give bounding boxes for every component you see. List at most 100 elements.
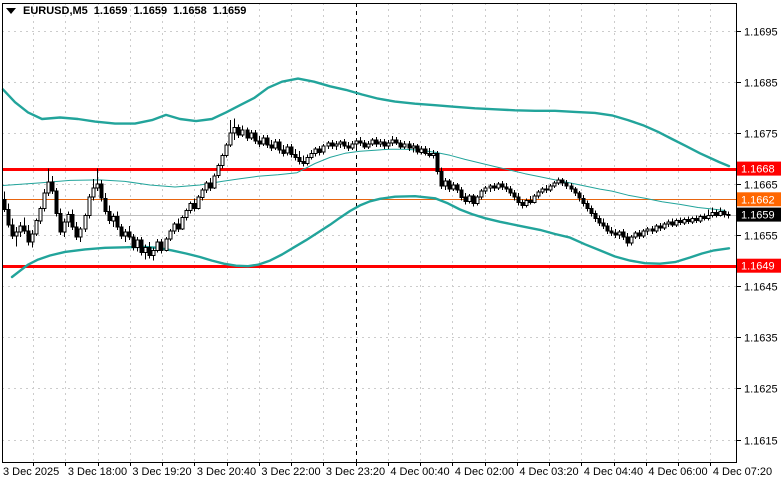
- y-axis-label: 1.1665: [744, 180, 778, 192]
- candle: [326, 141, 331, 150]
- candle: [475, 195, 480, 206]
- candle: [240, 125, 245, 137]
- candle-body-bear: [119, 226, 124, 237]
- candle: [10, 218, 15, 240]
- candle: [617, 229, 622, 240]
- candle: [220, 153, 225, 169]
- candle: [471, 194, 476, 207]
- candle-body-bear: [253, 132, 258, 142]
- candle-body-bear: [670, 221, 675, 226]
- candle: [520, 199, 525, 209]
- candle-body-bear: [609, 230, 614, 234]
- candle: [273, 139, 278, 151]
- candle-body-bear: [208, 182, 213, 189]
- candle: [168, 228, 173, 242]
- candle-body-bull: [431, 152, 436, 156]
- candle-body-bear: [516, 196, 521, 203]
- candle: [330, 140, 335, 150]
- candle: [678, 217, 683, 225]
- candle-body-bear: [577, 192, 582, 199]
- candle-body-bull: [488, 185, 493, 189]
- candle: [74, 221, 79, 241]
- candle-body-bear: [601, 222, 606, 227]
- candle: [285, 144, 290, 156]
- candle: [91, 178, 96, 201]
- candle: [297, 151, 302, 165]
- candle: [115, 211, 120, 230]
- bollinger_upper-line: [1, 77, 731, 168]
- candle: [164, 237, 169, 252]
- candle-body-bear: [435, 152, 440, 173]
- candle-body-bull: [66, 214, 71, 223]
- candle: [147, 242, 152, 259]
- candle: [390, 135, 395, 147]
- candle: [645, 226, 650, 236]
- candle-body-bear: [597, 218, 602, 224]
- candle-body-bear: [281, 149, 286, 154]
- candle-body-bear: [99, 183, 104, 199]
- candle-body-bear: [374, 139, 379, 145]
- candle-body-bear: [593, 213, 598, 220]
- candle: [78, 226, 83, 243]
- candle-body-bear: [362, 142, 367, 148]
- candle: [654, 223, 659, 233]
- candle-body-bull: [172, 223, 177, 232]
- quote-high: 1.1659: [133, 5, 168, 17]
- candle-body-bull: [212, 175, 217, 189]
- candle: [431, 150, 436, 159]
- candle: [435, 151, 440, 175]
- candle: [605, 222, 610, 234]
- candle: [394, 136, 399, 146]
- candle-body-bull: [334, 143, 339, 147]
- candle-body-bull: [536, 191, 541, 197]
- candle-body-bull: [78, 228, 83, 238]
- candle-body-bear: [605, 225, 610, 232]
- candle-body-bull: [354, 140, 359, 145]
- candle-body-bear: [257, 140, 262, 145]
- price-chart-canvas[interactable]: 1.1695 1.1685 1.1675 1.1665 1.1655 1.1645 1.16…: [0, 0, 781, 489]
- candle-body-bear: [694, 218, 699, 222]
- candle-body-bear: [192, 202, 197, 209]
- candle: [119, 223, 124, 240]
- candle: [581, 195, 586, 207]
- candle: [216, 163, 221, 178]
- candle: [200, 188, 205, 201]
- candle: [674, 218, 679, 227]
- symbol-period-label: EURUSD,M5: [23, 5, 88, 17]
- candle: [726, 211, 731, 219]
- candle: [159, 239, 164, 254]
- y-axis-label: 1.1685: [744, 78, 778, 90]
- candle-body-bear: [686, 219, 691, 223]
- candle-body-bull: [164, 238, 169, 251]
- price-badge-label: 1.1659: [741, 210, 775, 222]
- price-badge-label: 1.1668: [741, 164, 775, 176]
- candle: [83, 213, 88, 232]
- candle: [289, 144, 294, 158]
- candle-body-bear: [625, 236, 630, 244]
- candle-body-bear: [637, 232, 642, 237]
- candle: [613, 228, 618, 239]
- candle: [488, 183, 493, 193]
- candle-body-bear: [131, 236, 136, 248]
- chart-collapse-icon[interactable]: [6, 8, 16, 14]
- candle: [70, 209, 75, 230]
- candle-body-bull: [38, 208, 43, 222]
- candle-body-bull: [552, 182, 557, 187]
- chart-window: EURUSD,M5 1.1659 1.1659 1.1658 1.1659 1.…: [0, 0, 781, 489]
- candle-body-bear: [301, 161, 306, 164]
- candle-body-bull: [378, 141, 383, 145]
- candle: [467, 194, 472, 204]
- x-axis-label: 3 Dec 18:00: [68, 466, 127, 478]
- candle-body-bull: [220, 154, 225, 167]
- candle: [585, 200, 590, 212]
- candle-body-bull: [42, 192, 47, 209]
- candle-body-bull: [216, 165, 221, 177]
- candle: [176, 218, 181, 232]
- candle-body-bull: [402, 143, 407, 148]
- candle-body-bull: [370, 139, 375, 145]
- candle: [253, 129, 258, 145]
- candle-body-bull: [633, 232, 638, 238]
- candle: [338, 140, 343, 149]
- candle-body-bull: [95, 183, 100, 189]
- candle: [107, 205, 112, 224]
